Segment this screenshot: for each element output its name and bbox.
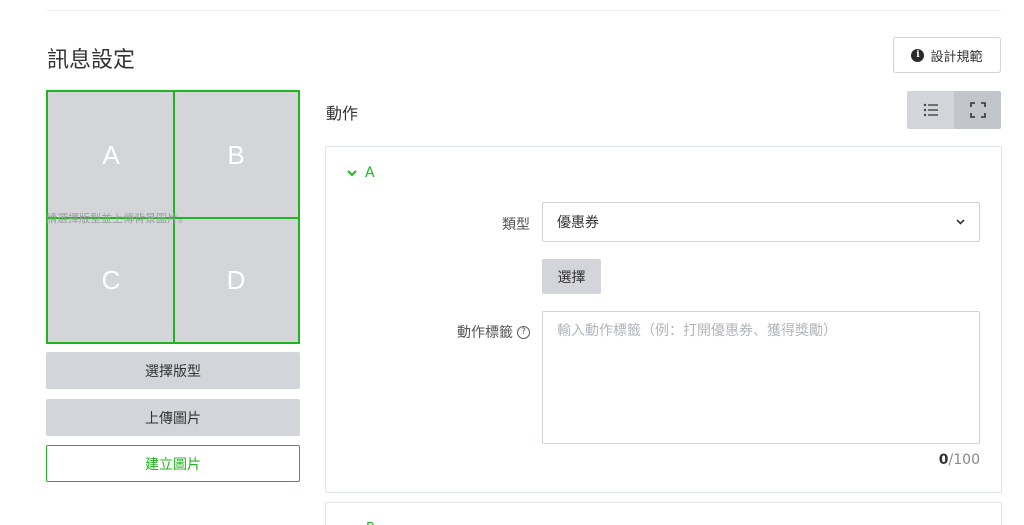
top-divider bbox=[46, 10, 1001, 11]
upload-hint: 請選擇版型並上傳背景圖片。 bbox=[46, 212, 189, 225]
design-guidelines-button[interactable]: i 設計規範 bbox=[893, 37, 1001, 73]
char-count-max: /100 bbox=[948, 452, 980, 468]
chevron-down-icon bbox=[956, 219, 965, 225]
help-icon[interactable]: ? bbox=[517, 325, 530, 339]
chevron-down-icon bbox=[347, 169, 357, 176]
action-panel-b: B bbox=[325, 502, 1002, 525]
action-panel-a: A 類型 優惠券 選擇 動作標籤 ? 0/100 bbox=[325, 146, 1002, 493]
expand-view-button[interactable] bbox=[954, 91, 1001, 129]
accordion-label-a: A bbox=[365, 165, 375, 181]
layout-preview: A B C D 請選擇版型並上傳背景圖片。 bbox=[46, 90, 300, 344]
list-view-button[interactable] bbox=[907, 91, 954, 129]
page-title: 訊息設定 bbox=[47, 48, 136, 73]
area-cell-b[interactable]: B bbox=[174, 92, 298, 218]
actions-title: 動作 bbox=[326, 104, 359, 123]
upload-image-button[interactable]: 上傳圖片 bbox=[46, 399, 300, 436]
list-icon bbox=[923, 103, 938, 117]
action-tag-input[interactable] bbox=[542, 311, 980, 444]
accordion-label-b[interactable]: B bbox=[366, 521, 375, 525]
type-select-value: 優惠券 bbox=[557, 215, 599, 231]
fullscreen-icon bbox=[969, 102, 986, 118]
create-image-button[interactable]: 建立圖片 bbox=[46, 445, 300, 482]
char-count-current: 0 bbox=[938, 452, 949, 468]
char-counter: 0/100 bbox=[886, 452, 980, 468]
choose-coupon-button[interactable]: 選擇 bbox=[542, 259, 601, 294]
type-select[interactable]: 優惠券 bbox=[542, 202, 980, 242]
accordion-header-a[interactable]: A bbox=[347, 165, 375, 181]
info-icon: i bbox=[911, 48, 925, 62]
area-cell-d[interactable]: D bbox=[174, 218, 298, 342]
view-toggle bbox=[907, 91, 1001, 129]
design-guidelines-label: 設計規範 bbox=[930, 49, 983, 65]
action-tag-label: 動作標籤 bbox=[457, 325, 513, 341]
type-label: 類型 bbox=[502, 217, 530, 233]
area-cell-a[interactable]: A bbox=[48, 92, 174, 218]
action-tag-label-wrap: 動作標籤 ? bbox=[396, 322, 530, 342]
area-cell-c[interactable]: C bbox=[48, 218, 174, 342]
select-layout-button[interactable]: 選擇版型 bbox=[46, 352, 300, 389]
